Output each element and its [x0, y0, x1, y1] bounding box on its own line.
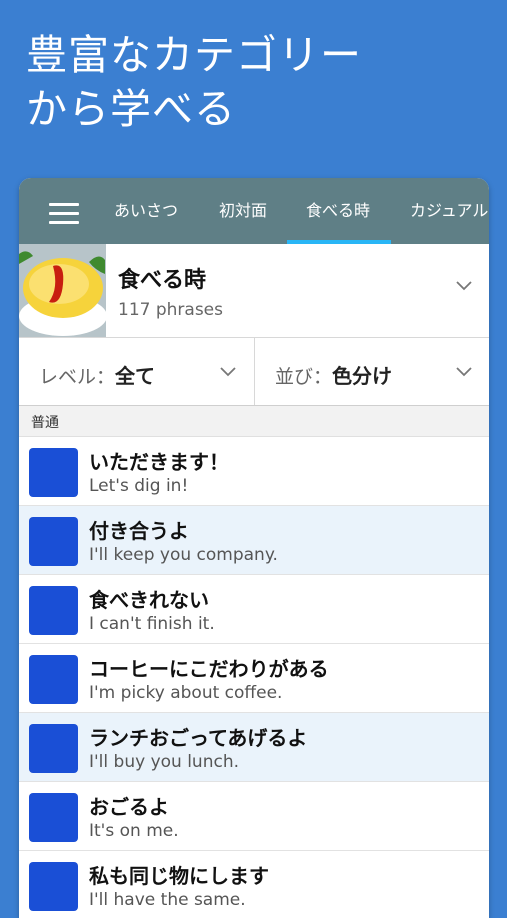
- phrase-row[interactable]: おごるよ It's on me.: [19, 782, 489, 851]
- app-screen: あいさつ 初対面 食べる時 カジュアル 食べる時 117 phrases レベル…: [19, 178, 489, 918]
- level-filter-label: レベル：全て: [39, 364, 156, 388]
- phrase-color-square: [29, 793, 78, 842]
- phrase-color-square: [29, 448, 78, 497]
- phrase-english: I can't finish it.: [89, 614, 215, 634]
- level-filter-dropdown[interactable]: レベル：全て: [19, 338, 253, 405]
- phrase-color-square: [29, 862, 78, 911]
- sort-filter-label: 並び：色分け: [275, 364, 393, 388]
- chevron-down-icon: [456, 367, 472, 377]
- phrase-japanese: ランチおごってあげるよ: [89, 726, 308, 750]
- headline-line-1: 豊富なカテゴリー: [26, 31, 362, 79]
- chevron-down-icon: [220, 367, 236, 377]
- phrase-row[interactable]: いただきます！ Let's dig in!: [19, 437, 489, 506]
- phrase-japanese: おごるよ: [89, 795, 169, 819]
- phrase-english: Let's dig in!: [89, 476, 189, 496]
- phrase-japanese: コーヒーにこだわりがある: [89, 657, 329, 681]
- phrase-row[interactable]: コーヒーにこだわりがある I'm picky about coffee.: [19, 644, 489, 713]
- sort-filter-dropdown[interactable]: 並び：色分け: [255, 338, 489, 405]
- phrase-row[interactable]: 食べきれない I can't finish it.: [19, 575, 489, 644]
- omurice-image: [19, 244, 106, 337]
- headline-line-2: から学べる: [26, 85, 236, 133]
- hamburger-menu-icon[interactable]: [49, 203, 79, 225]
- filter-bar: レベル：全て 並び：色分け: [19, 338, 489, 406]
- phrase-color-square: [29, 655, 78, 704]
- phrase-english: It's on me.: [89, 821, 179, 841]
- phrase-japanese: 食べきれない: [89, 588, 209, 612]
- phrase-list: いただきます！ Let's dig in! 付き合うよ I'll keep yo…: [19, 437, 489, 918]
- phrase-japanese: 付き合うよ: [89, 519, 189, 543]
- sort-filter-value: 色分け: [332, 364, 393, 388]
- chevron-down-icon[interactable]: [455, 280, 473, 292]
- level-filter-value: 全て: [115, 364, 156, 388]
- category-phrase-count: 117 phrases: [118, 300, 223, 320]
- phrase-color-square: [29, 517, 78, 566]
- phrase-color-square: [29, 724, 78, 773]
- promo-headline: 豊富なカテゴリー から学べる: [26, 28, 496, 136]
- phrase-color-square: [29, 586, 78, 635]
- tab-greetings[interactable]: あいさつ: [114, 178, 178, 244]
- phrase-row[interactable]: ランチおごってあげるよ I'll buy you lunch.: [19, 713, 489, 782]
- phrase-japanese: 私も同じ物にします: [89, 864, 269, 888]
- phrase-row[interactable]: 私も同じ物にします I'll have the same.: [19, 851, 489, 918]
- tab-bar: あいさつ 初対面 食べる時 カジュアル: [19, 178, 489, 244]
- section-header: 普通: [19, 406, 489, 437]
- tab-eating[interactable]: 食べる時: [306, 178, 370, 244]
- tab-first-meeting[interactable]: 初対面: [219, 178, 267, 244]
- phrase-english: I'll have the same.: [89, 890, 246, 910]
- phrase-english: I'm picky about coffee.: [89, 683, 283, 703]
- section-title: 普通: [31, 415, 59, 431]
- category-header[interactable]: 食べる時 117 phrases: [19, 244, 489, 338]
- category-title: 食べる時: [118, 268, 207, 293]
- phrase-japanese: いただきます！: [89, 450, 229, 474]
- phrase-row[interactable]: 付き合うよ I'll keep you company.: [19, 506, 489, 575]
- phrase-english: I'll keep you company.: [89, 545, 278, 565]
- phrase-english: I'll buy you lunch.: [89, 752, 240, 772]
- tab-casual[interactable]: カジュアル: [410, 178, 488, 244]
